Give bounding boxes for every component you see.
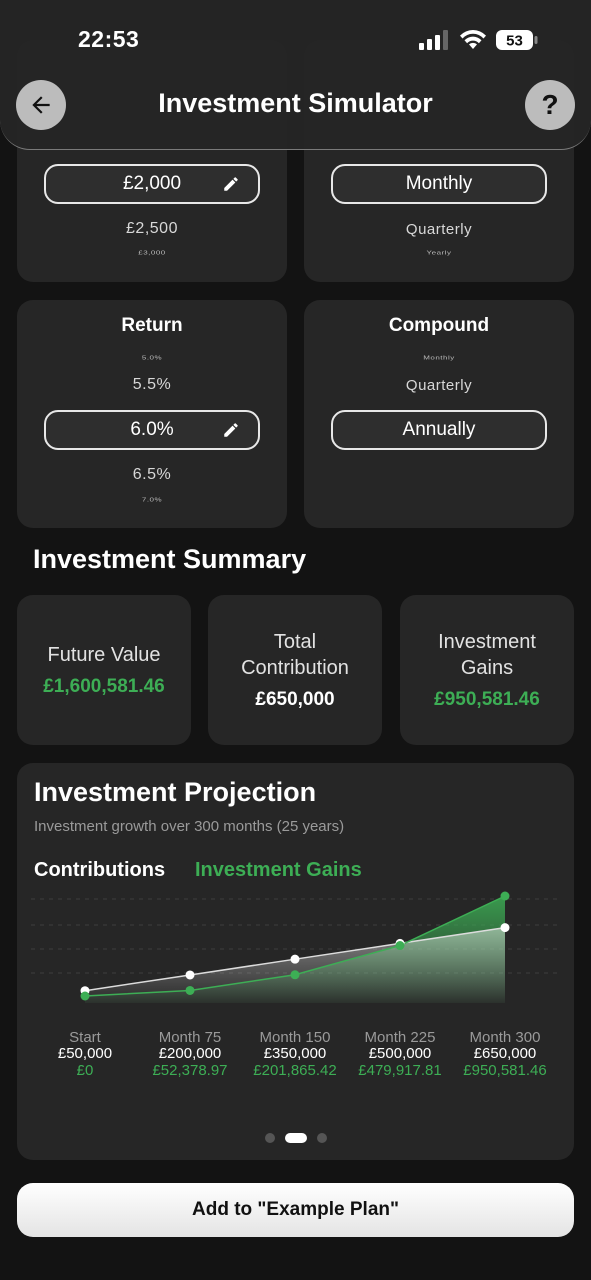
page-title: Investment Simulator	[158, 88, 433, 118]
x-tick-label: Month 150	[260, 1029, 331, 1046]
return-title: Return	[121, 315, 183, 336]
compound-selected[interactable]: Annually	[331, 410, 547, 450]
contributions-area	[85, 927, 505, 1003]
battery-level: 53	[506, 33, 523, 50]
contributions-value-label: £200,000	[159, 1045, 222, 1062]
page-dot-active[interactable]	[284, 1133, 307, 1143]
summary-title: Investment Summary	[33, 544, 307, 574]
gains-value-label: £52,378.97	[152, 1062, 227, 1079]
return-selected[interactable]: 6.0%	[44, 410, 260, 450]
summary-card-future-value: Future Value £1,600,581.46	[17, 595, 191, 745]
cellular-signal-icon	[419, 30, 448, 50]
x-tick-label: Month 75	[159, 1029, 222, 1046]
gains-point[interactable]	[500, 891, 510, 901]
return-picker-card: Return 5.0% 5.5% 6.0% 6.5% 7.0%	[17, 300, 287, 528]
summary-card-total-contribution: Total Contribution £650,000	[208, 595, 382, 745]
question-mark-icon: ?	[541, 89, 559, 120]
edit-pencil-icon[interactable]	[222, 421, 240, 439]
contribution-selected-value: £2,000	[122, 173, 182, 194]
contributions-point[interactable]	[185, 970, 195, 980]
compound-title: Compound	[388, 315, 490, 336]
contributions-point[interactable]	[500, 923, 510, 933]
gains-value-label: £0	[77, 1062, 94, 1079]
contributions-value-label: £650,000	[474, 1045, 537, 1062]
frequency-option[interactable]: Quarterly	[304, 221, 574, 238]
summary-label: Future Value	[47, 644, 161, 666]
wifi-icon	[460, 30, 486, 49]
battery-icon: 53	[496, 30, 538, 50]
return-option[interactable]: 7.0%	[17, 496, 287, 502]
x-tick-label: Month 225	[365, 1029, 436, 1046]
gains-value-label: £201,865.42	[253, 1062, 336, 1079]
gains-value-label: £479,917.81	[358, 1062, 441, 1079]
page-dot[interactable]	[316, 1133, 327, 1143]
compound-selected-value: Annually	[402, 419, 476, 440]
frequency-selected-value: Monthly	[405, 173, 473, 194]
gains-point[interactable]	[395, 941, 405, 951]
add-to-plan-button[interactable]: Add to "Example Plan"	[17, 1183, 574, 1237]
summary-label: Investment Gains	[438, 631, 536, 679]
gains-value-label: £950,581.46	[463, 1062, 546, 1079]
page-indicator[interactable]	[17, 1133, 574, 1143]
projection-card: Investment Projection Investment growth …	[17, 763, 574, 1160]
contributions-value-label: £50,000	[58, 1045, 112, 1062]
return-selected-value: 6.0%	[130, 419, 174, 440]
contributions-point[interactable]	[290, 954, 300, 964]
x-tick-label: Start	[69, 1029, 102, 1046]
help-button[interactable]: ?	[525, 80, 575, 130]
gains-point[interactable]	[290, 970, 300, 980]
page-dot[interactable]	[264, 1133, 275, 1143]
projection-chart[interactable]: Start£50,000£0 Month 75£200,000£52,378.97…	[17, 763, 574, 1160]
compound-option[interactable]: Monthly	[304, 354, 574, 360]
return-option[interactable]: 5.0%	[17, 354, 287, 360]
contribution-selected[interactable]: £2,000	[44, 164, 260, 204]
compound-option[interactable]: Quarterly	[304, 377, 574, 394]
summary-label: Total Contribution	[241, 631, 349, 679]
x-tick-label: Month 300	[470, 1029, 541, 1046]
gains-point[interactable]	[80, 991, 90, 1001]
contributions-value-label: £500,000	[369, 1045, 432, 1062]
contribution-option[interactable]: £2,500	[17, 220, 287, 238]
contributions-value-label: £350,000	[264, 1045, 327, 1062]
return-option[interactable]: 6.5%	[17, 466, 287, 484]
frequency-selected[interactable]: Monthly	[331, 164, 547, 204]
contribution-option[interactable]: £3,000	[17, 249, 287, 255]
frequency-option[interactable]: Yearly	[304, 249, 574, 255]
gains-point[interactable]	[185, 985, 195, 995]
edit-pencil-icon[interactable]	[222, 175, 240, 193]
summary-value: £650,000	[255, 689, 335, 710]
status-bar: 22:53 53	[0, 0, 591, 60]
compound-picker-card: Compound Monthly Quarterly Annually	[304, 300, 574, 528]
summary-value: £1,600,581.46	[43, 676, 165, 697]
summary-value: £950,581.46	[434, 689, 540, 710]
summary-card-investment-gains: Investment Gains £950,581.46	[400, 595, 574, 745]
return-option[interactable]: 5.5%	[17, 376, 287, 394]
status-time: 22:53	[78, 26, 140, 52]
